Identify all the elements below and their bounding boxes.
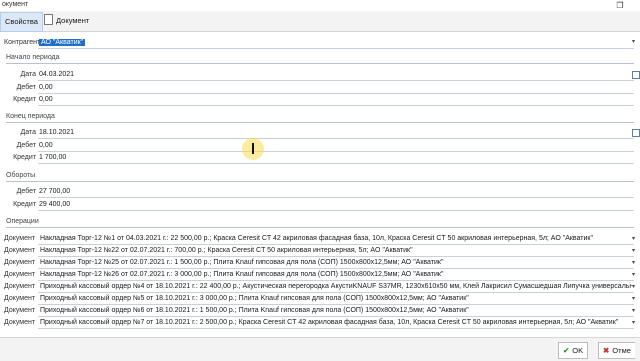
turnover-credit-row: Кредит 29 400,00 bbox=[0, 199, 640, 210]
calendar-icon[interactable] bbox=[632, 129, 640, 137]
period-start-date-underline bbox=[38, 80, 634, 81]
cancel-button-label: Отме bbox=[612, 346, 631, 355]
operation-row[interactable]: Документ Накладная Торг-12 №25 от 02.07.… bbox=[0, 257, 640, 269]
period-end-divider bbox=[6, 122, 634, 123]
operation-row[interactable]: Документ Приходный кассовый ордер №4 от … bbox=[0, 281, 640, 293]
period-start-credit-label: Кредит bbox=[13, 96, 36, 103]
period-start-date-label: Дата bbox=[20, 71, 36, 78]
turnover-debit-field[interactable]: 27 700,00 bbox=[39, 186, 70, 197]
period-end-credit-row: Кредит 1 700,00 bbox=[0, 152, 640, 163]
operation-row-label: Документ bbox=[4, 235, 36, 242]
window-title: окумент bbox=[2, 1, 29, 8]
period-start-debit-label: Дебет bbox=[16, 84, 36, 91]
operation-row-label: Документ bbox=[4, 271, 36, 278]
operation-row-label: Документ bbox=[4, 247, 36, 254]
period-end-debit-field[interactable]: 0,00 bbox=[39, 140, 53, 151]
turnover-credit-underline bbox=[38, 210, 634, 211]
period-start-title: Начало периода bbox=[6, 54, 60, 61]
operations-title: Операции bbox=[6, 218, 39, 225]
close-icon: ✖ bbox=[603, 346, 610, 355]
period-start-date-row: Дата 04.03.2021 bbox=[0, 69, 640, 80]
document-icon bbox=[44, 14, 53, 25]
tab-properties[interactable]: Свойства bbox=[0, 12, 43, 32]
period-end-credit-field[interactable]: 1 700,00 bbox=[39, 152, 66, 163]
period-start-divider bbox=[6, 63, 634, 64]
operation-row-label: Документ bbox=[4, 295, 36, 302]
period-start-date-field[interactable]: 04.03.2021 bbox=[39, 69, 74, 80]
counterparty-field[interactable]: АО "Акватик" bbox=[39, 37, 86, 48]
calendar-icon[interactable] bbox=[632, 71, 640, 79]
period-end-debit-label: Дебет bbox=[16, 142, 36, 149]
operation-row[interactable]: Документ Приходный кассовый ордер №7 от … bbox=[0, 317, 640, 329]
chevron-down-icon[interactable]: ▾ bbox=[632, 37, 635, 48]
period-end-credit-underline bbox=[38, 163, 634, 164]
tab-properties-label: Свойства bbox=[5, 17, 38, 26]
tab-document-label: Документ bbox=[56, 16, 90, 25]
period-end-credit-label: Кредит bbox=[13, 154, 36, 161]
period-end-date-label: Дата bbox=[20, 129, 36, 136]
period-start-credit-field[interactable]: 0,00 bbox=[39, 94, 53, 105]
checkmark-icon: ✔ bbox=[563, 346, 570, 355]
cancel-button[interactable]: ✖ Отме bbox=[598, 342, 635, 359]
turnover-debit-label: Дебет bbox=[16, 188, 36, 195]
counterparty-value: АО "Акватик" bbox=[39, 39, 86, 46]
counterparty-label: Контрагент bbox=[4, 39, 41, 46]
counterparty-underline bbox=[38, 48, 634, 49]
dialog-button-bar: ✔ OK ✖ Отме bbox=[0, 337, 640, 361]
operation-row-label: Документ bbox=[4, 307, 36, 314]
turnover-title: Обороты bbox=[6, 172, 36, 179]
operation-row-underline bbox=[38, 328, 634, 329]
ok-button[interactable]: ✔ OK bbox=[558, 342, 589, 359]
title-bar: окумент ❐ bbox=[0, 0, 640, 11]
period-start-credit-row: Кредит 0,00 bbox=[0, 94, 640, 105]
tab-document[interactable]: Документ bbox=[40, 12, 93, 30]
operation-row-label: Документ bbox=[4, 319, 36, 326]
operation-row[interactable]: Документ Накладная Торг-12 №22 от 02.07.… bbox=[0, 245, 640, 257]
turnover-debit-row: Дебет 27 700,00 bbox=[0, 186, 640, 197]
period-start-debit-field[interactable]: 0,00 bbox=[39, 82, 53, 93]
tab-bar: Свойства Документ bbox=[0, 11, 640, 32]
turnover-credit-label: Кредит bbox=[13, 201, 36, 208]
operations-divider bbox=[6, 227, 634, 228]
period-end-date-field[interactable]: 18.10.2021 bbox=[39, 127, 74, 138]
operation-row-label: Документ bbox=[4, 259, 36, 266]
counterparty-row: Контрагент АО "Акватик" ▾ bbox=[0, 37, 640, 48]
period-end-debit-row: Дебет 0,00 bbox=[0, 140, 640, 151]
period-end-date-row: Дата 18.10.2021 bbox=[0, 127, 640, 138]
period-start-debit-row: Дебет 0,00 bbox=[0, 82, 640, 93]
period-end-date-underline bbox=[38, 138, 634, 139]
operation-row-label: Документ bbox=[4, 283, 36, 290]
period-start-credit-underline bbox=[38, 105, 634, 106]
ok-button-label: OK bbox=[572, 346, 584, 355]
turnover-divider bbox=[6, 181, 634, 182]
operation-row[interactable]: Документ Приходный кассовый ордер №6 от … bbox=[0, 305, 640, 317]
turnover-debit-underline bbox=[38, 197, 634, 198]
turnover-credit-field[interactable]: 29 400,00 bbox=[39, 199, 70, 210]
text-cursor-icon bbox=[252, 143, 254, 154]
operation-row[interactable]: Документ Накладная Торг-12 №1 от 04.03.2… bbox=[0, 233, 640, 245]
operation-row[interactable]: Документ Приходный кассовый ордер №5 от … bbox=[0, 293, 640, 305]
operation-row[interactable]: Документ Накладная Торг-12 №26 от 02.07.… bbox=[0, 269, 640, 281]
period-end-title: Конец периода bbox=[6, 113, 55, 120]
restore-button[interactable]: ❐ bbox=[610, 0, 630, 11]
